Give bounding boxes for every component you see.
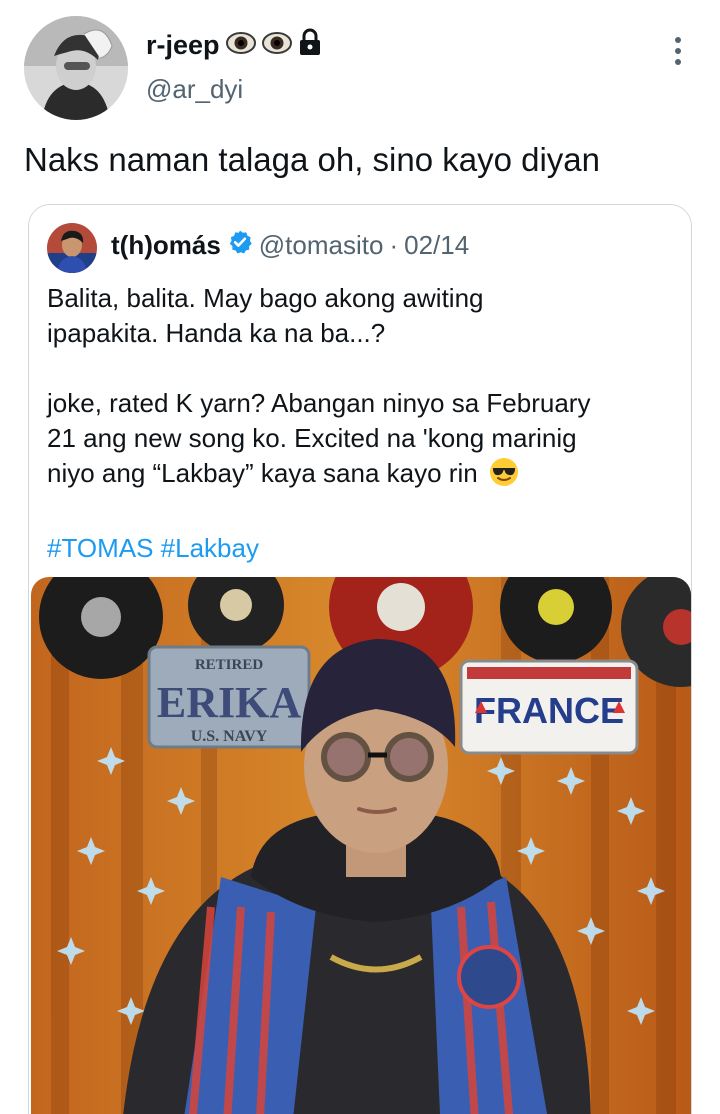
more-dot <box>675 59 681 65</box>
license-plate-france: FRANCE <box>459 659 639 755</box>
quoted-author-avatar[interactable] <box>47 223 97 273</box>
author-name[interactable]: r-jeep <box>146 30 220 61</box>
eye-icon <box>225 30 256 61</box>
quoted-author-handle[interactable]: @tomasito <box>259 230 384 261</box>
sunglasses-emoji-icon <box>489 457 519 496</box>
verified-badge-icon <box>227 229 253 262</box>
quoted-tweet[interactable]: t(h)omás @tomasito · 02/14 Balita, balit… <box>28 204 692 1114</box>
quoted-author-name[interactable]: t(h)omás <box>111 230 221 261</box>
quoted-text: Balita, balita. May bago akong awiting i… <box>47 281 677 566</box>
tweet: r-jeep @ar_dyi Naks naman talaga oh, sin… <box>0 0 720 1114</box>
quoted-line: 21 ang new song ko. Excited na 'kong mar… <box>47 423 577 453</box>
quoted-media-photo[interactable]: RETIRED ERIKA U.S. NAVY FRANCE <box>31 577 691 1114</box>
plate-main-text: FRANCE <box>474 690 624 731</box>
more-dot <box>675 48 681 54</box>
author-avatar[interactable] <box>24 16 128 120</box>
author-name-row[interactable]: r-jeep <box>146 28 322 63</box>
plate-top-text: RETIRED <box>195 657 264 673</box>
plate-bottom-text: U.S. NAVY <box>191 728 268 745</box>
quoted-line-with-emoji: niyo ang “Lakbay” kaya sana kayo rin <box>47 456 677 496</box>
quoted-line: niyo ang “Lakbay” kaya sana kayo rin <box>47 458 478 488</box>
quoted-line: Balita, balita. May bago akong awiting <box>47 283 484 313</box>
license-plate-erika: RETIRED ERIKA U.S. NAVY <box>147 645 311 749</box>
more-options-button[interactable] <box>664 34 692 68</box>
eye-icon <box>261 30 292 61</box>
author-handle[interactable]: @ar_dyi <box>146 74 243 105</box>
hashtag-list: #TOMAS #Lakbay <box>47 531 677 566</box>
quoted-header: t(h)omás @tomasito · 02/14 <box>111 229 469 262</box>
quoted-date[interactable]: 02/14 <box>404 230 469 261</box>
quoted-line: ipapakita. Handa ka na ba...? <box>47 318 386 348</box>
plate-main-text: ERIKA <box>157 678 301 727</box>
tweet-text: Naks naman talaga oh, sino kayo diyan <box>24 141 601 178</box>
more-dot <box>675 37 681 43</box>
separator-dot: · <box>389 230 399 260</box>
hashtag-link[interactable]: #TOMAS <box>47 533 153 563</box>
hashtag-link[interactable]: #Lakbay <box>161 533 259 563</box>
quoted-line: joke, rated K yarn? Abangan ninyo sa Feb… <box>47 388 591 418</box>
lock-icon <box>298 28 322 63</box>
